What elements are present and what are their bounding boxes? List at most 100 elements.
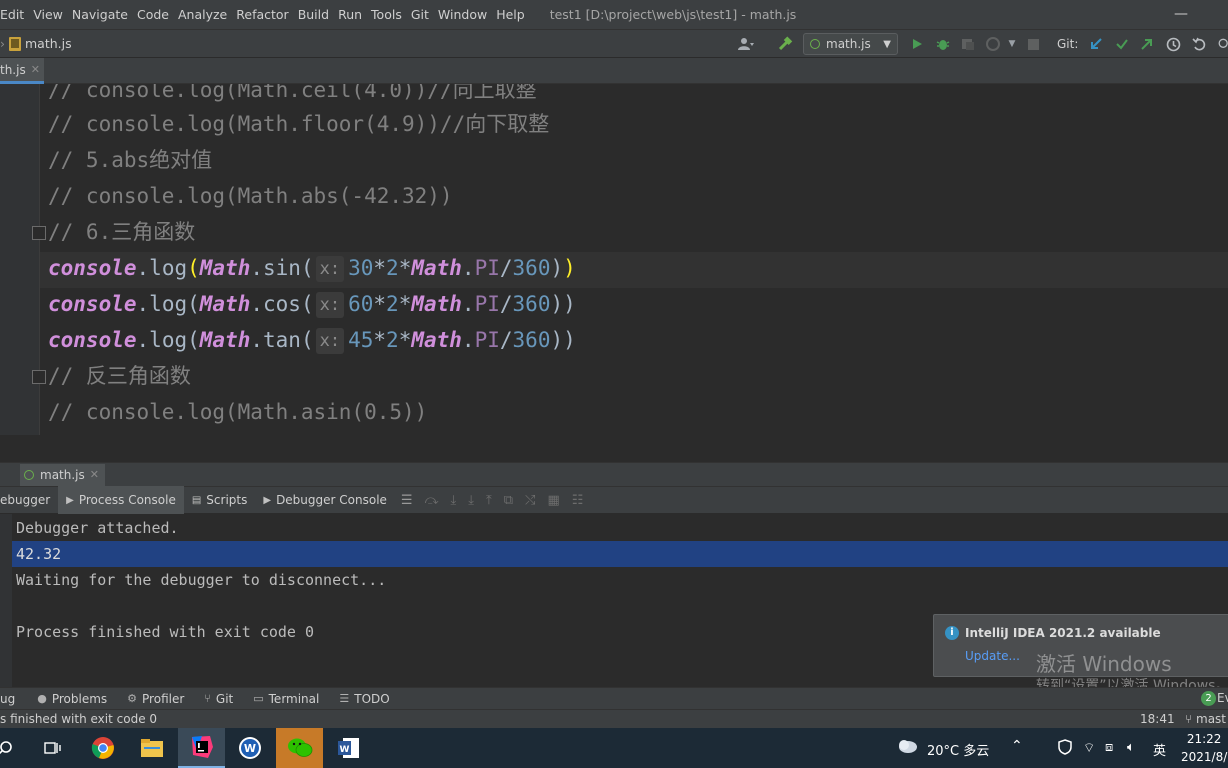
input-method-indicator[interactable]: 英 bbox=[1153, 740, 1166, 759]
parameter-hint: x: bbox=[315, 256, 345, 282]
update-link[interactable]: Update... bbox=[965, 649, 1020, 663]
run-configuration-select[interactable]: math.js ▼ bbox=[803, 33, 898, 55]
code-line-1: // console.log(Math.ceil(4.0))//向上取整 bbox=[48, 84, 537, 102]
menu-edit[interactable]: Edit bbox=[0, 7, 30, 22]
console-line: Debugger attached. bbox=[16, 519, 179, 537]
step-over-icon[interactable]: ⤼ bbox=[425, 493, 439, 508]
menu-window[interactable]: Window bbox=[438, 7, 493, 22]
evaluate-icon[interactable]: ⤭ bbox=[525, 493, 535, 508]
git-push-icon[interactable] bbox=[1137, 30, 1157, 58]
search-icon[interactable] bbox=[1216, 30, 1228, 58]
tab-scripts[interactable]: ▤ Scripts bbox=[184, 486, 256, 514]
table-icon[interactable]: ▦ bbox=[547, 493, 559, 508]
tool-terminal[interactable]: ▭ Terminal bbox=[253, 692, 319, 706]
menu-code[interactable]: Code bbox=[137, 7, 175, 22]
security-shield-icon[interactable] bbox=[1058, 739, 1072, 758]
code-line-8: console.log(Math.tan(x: 45*2*Math.PI/360)… bbox=[48, 328, 576, 354]
console-icon: ▶ bbox=[66, 494, 74, 506]
menu-git[interactable]: Git bbox=[411, 7, 435, 22]
close-tab-icon[interactable]: ✕ bbox=[31, 63, 40, 76]
rollback-icon[interactable] bbox=[1188, 30, 1210, 58]
wechat-icon[interactable] bbox=[276, 728, 323, 768]
more-run-chevron-icon[interactable]: ▼ bbox=[1005, 30, 1019, 58]
git-label: Git: bbox=[1057, 37, 1079, 51]
run-icon[interactable] bbox=[908, 30, 926, 58]
step-into-icon[interactable]: ⤓ bbox=[450, 493, 456, 508]
system-clock[interactable]: 21:22 2021/8/ bbox=[1181, 730, 1227, 766]
code-line-7: console.log(Math.cos(x: 60*2*Math.PI/360)… bbox=[48, 292, 576, 318]
task-view-icon[interactable] bbox=[29, 728, 76, 768]
network-icon[interactable]: ⧈ bbox=[1105, 740, 1113, 755]
code-line-2: // console.log(Math.floor(4.9))//向下取整 bbox=[48, 112, 550, 136]
tool-debug[interactable]: ug bbox=[0, 692, 15, 706]
code-line-6: console.log(Math.sin(x: 30*2*Math.PI/360)… bbox=[48, 256, 576, 282]
menu-help[interactable]: Help bbox=[496, 7, 531, 22]
file-explorer-icon[interactable] bbox=[128, 728, 175, 768]
editor-tab-row: th.js ✕ bbox=[0, 58, 1228, 84]
profile-icon[interactable] bbox=[983, 30, 1003, 58]
fold-marker-icon[interactable] bbox=[32, 370, 46, 384]
console-line: Waiting for the debugger to disconnect..… bbox=[16, 571, 387, 589]
run-to-cursor-icon[interactable]: ⧉ bbox=[504, 493, 513, 508]
user-icon[interactable] bbox=[733, 30, 759, 58]
menu-analyze[interactable]: Analyze bbox=[178, 7, 233, 22]
menu-run[interactable]: Run bbox=[338, 7, 368, 22]
chevron-up-icon[interactable]: ⌃ bbox=[1011, 738, 1023, 754]
tab-debugger-console[interactable]: ▶ Debugger Console bbox=[255, 486, 395, 514]
weather-text[interactable]: 20°C 多云 bbox=[927, 740, 989, 759]
git-update-icon[interactable] bbox=[1086, 30, 1106, 58]
debug-session-tab[interactable]: math.js ✕ bbox=[20, 463, 105, 486]
tool-todo[interactable]: ☰ TODO bbox=[339, 692, 389, 706]
console-icon: ▶ bbox=[263, 494, 272, 506]
menu-navigate[interactable]: Navigate bbox=[72, 7, 134, 22]
editor-tab-math-js[interactable]: th.js ✕ bbox=[0, 58, 44, 84]
status-bar: s finished with exit code 0 18:41 ⑂ mast bbox=[0, 709, 1228, 728]
tab-debugger[interactable]: ebugger bbox=[0, 486, 58, 514]
fold-marker-icon[interactable] bbox=[32, 226, 46, 240]
tab-process-console[interactable]: ▶ Process Console bbox=[58, 486, 184, 514]
menu-build[interactable]: Build bbox=[298, 7, 335, 22]
breadcrumb-file[interactable]: math.js bbox=[25, 36, 72, 51]
tool-problems[interactable]: ● Problems bbox=[37, 692, 107, 706]
menu-bar: Edit View Navigate Code Analyze Refactor… bbox=[0, 0, 1228, 29]
tool-window-strip: ug ● Problems ⚙ Profiler ⑂ Git ▭ Termina… bbox=[0, 687, 1228, 709]
chrome-icon[interactable] bbox=[79, 728, 126, 768]
step-out-icon[interactable]: ⤒ bbox=[486, 493, 492, 508]
intellij-idea-icon[interactable] bbox=[178, 728, 225, 768]
status-message: s finished with exit code 0 bbox=[0, 712, 158, 726]
force-step-into-icon[interactable]: ⤓ bbox=[468, 493, 474, 508]
event-log-label[interactable]: Ev bbox=[1217, 691, 1228, 705]
code-line-9: // 反三角函数 bbox=[48, 364, 191, 388]
volume-icon[interactable]: 🔈︎ bbox=[1127, 740, 1135, 755]
debug-bug-icon[interactable] bbox=[933, 30, 953, 58]
info-icon: i bbox=[945, 626, 959, 640]
problems-icon: ● bbox=[37, 692, 47, 705]
coverage-icon[interactable] bbox=[958, 30, 978, 58]
stop-icon[interactable] bbox=[1024, 30, 1042, 58]
run-config-label: math.js bbox=[826, 37, 871, 51]
settings-list-icon[interactable]: ☷ bbox=[572, 493, 584, 508]
search-icon[interactable] bbox=[0, 728, 20, 768]
code-line-4: // console.log(Math.abs(-42.32)) bbox=[48, 184, 453, 208]
word-icon[interactable]: W bbox=[325, 728, 372, 768]
event-log-badge[interactable]: 2 bbox=[1201, 691, 1216, 706]
svg-text:W: W bbox=[243, 742, 255, 755]
build-hammer-icon[interactable] bbox=[775, 30, 795, 58]
wifi-icon[interactable]: ⌔ bbox=[1083, 740, 1095, 756]
menu-refactor[interactable]: Refactor bbox=[236, 7, 294, 22]
weather-cloud-icon[interactable] bbox=[896, 738, 918, 757]
wps-writer-icon[interactable]: W bbox=[226, 728, 273, 768]
git-commit-icon[interactable] bbox=[1112, 30, 1132, 58]
minimize-icon[interactable]: — bbox=[1174, 6, 1188, 22]
history-clock-icon[interactable] bbox=[1162, 30, 1184, 58]
tool-git[interactable]: ⑂ Git bbox=[204, 692, 233, 706]
menu-tools[interactable]: Tools bbox=[371, 7, 408, 22]
git-branch-widget[interactable]: ⑂ mast bbox=[1185, 712, 1226, 726]
menu-icon[interactable]: ☰ bbox=[401, 493, 413, 508]
tool-profiler[interactable]: ⚙ Profiler bbox=[127, 692, 184, 706]
close-tab-icon[interactable]: ✕ bbox=[90, 468, 99, 481]
windows-taskbar: W W 20°C 多云 ⌃ ⌔ ⧈ 🔈︎ 英 21:22 2021/8/ bbox=[0, 728, 1228, 768]
code-editor[interactable]: // console.log(Math.ceil(4.0))//向上取整 // … bbox=[0, 84, 1228, 435]
menu-view[interactable]: View bbox=[33, 7, 69, 22]
caret-position[interactable]: 18:41 bbox=[1140, 712, 1175, 726]
